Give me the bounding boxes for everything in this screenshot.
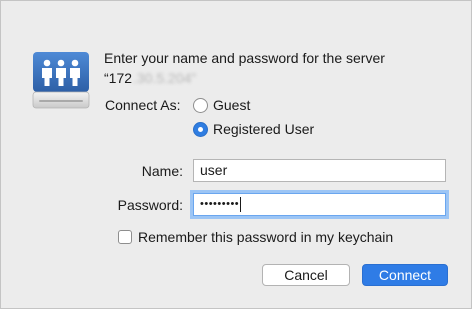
name-field[interactable]: user bbox=[193, 159, 446, 182]
remember-password-option[interactable]: Remember this password in my keychain bbox=[118, 227, 393, 247]
server-address-obscured: .30.5.204” bbox=[133, 70, 197, 86]
server-address-visible: “172 bbox=[104, 70, 133, 86]
guest-radio-button[interactable] bbox=[193, 97, 208, 113]
remember-password-label: Remember this password in my keychain bbox=[138, 229, 394, 245]
registered-user-radio-label: Registered User bbox=[213, 121, 315, 137]
prompt-line-2: “172.30.5.204” bbox=[104, 68, 385, 88]
guest-radio-option[interactable]: Guest bbox=[193, 95, 250, 115]
cancel-button[interactable]: Cancel bbox=[262, 264, 350, 286]
password-label: Password: bbox=[117, 197, 183, 213]
guest-radio-label: Guest bbox=[213, 97, 251, 113]
login-dialog: Enter your name and password for the ser… bbox=[0, 0, 472, 309]
prompt-line-1: Enter your name and password for the ser… bbox=[104, 50, 385, 66]
remember-password-checkbox[interactable] bbox=[118, 230, 132, 244]
connect-button[interactable]: Connect bbox=[362, 264, 448, 286]
password-field[interactable]: ••••••••• bbox=[193, 193, 446, 216]
password-masked-value: ••••••••• bbox=[200, 198, 240, 210]
text-caret bbox=[240, 197, 242, 212]
shared-server-icon bbox=[32, 52, 90, 109]
name-label: Name: bbox=[141, 163, 183, 179]
registered-user-radio-button[interactable] bbox=[193, 121, 208, 137]
prompt-message: Enter your name and password for the ser… bbox=[104, 48, 385, 88]
connect-as-label: Connect As: bbox=[105, 97, 181, 113]
registered-user-radio-option[interactable]: Registered User bbox=[193, 119, 314, 139]
